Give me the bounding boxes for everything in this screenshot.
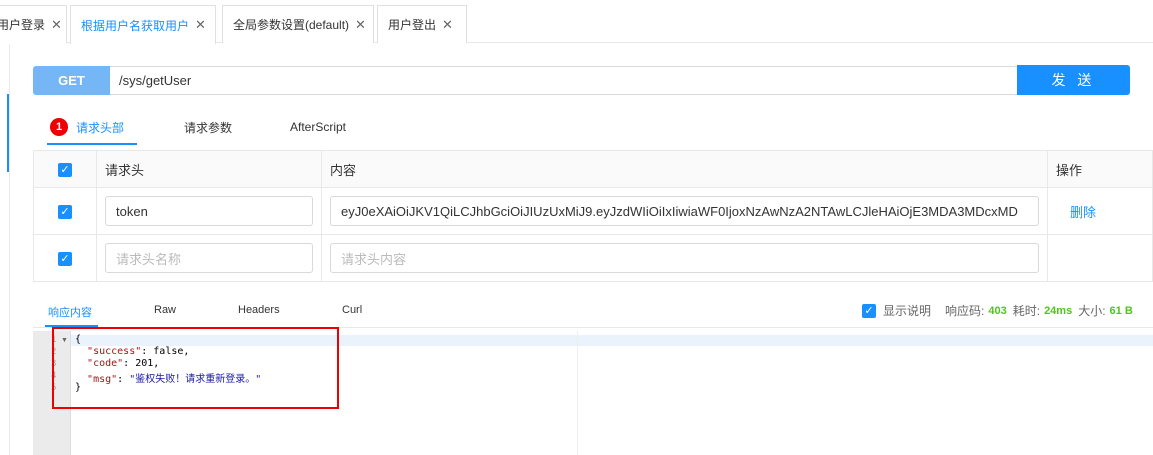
header-name-cell: token xyxy=(96,187,322,235)
header-value-input[interactable]: 请求头内容 xyxy=(330,243,1039,273)
close-icon[interactable] xyxy=(442,17,453,33)
header-name-input[interactable]: 请求头名称 xyxy=(105,243,313,273)
header-name-cell: 请求头名称 xyxy=(96,234,322,282)
row-select-cell: ✓ xyxy=(33,187,97,235)
tab-bar: 用户登录 根据用户名获取用户 全局参数设置(default) 用户登出 xyxy=(0,0,1153,44)
tab-get-user[interactable]: 根据用户名获取用户 xyxy=(70,5,216,44)
row-select-cell: ✓ xyxy=(33,234,97,282)
tab-label: 请求头部 xyxy=(76,120,125,135)
tab-label: 用户登录 xyxy=(0,18,46,32)
tab-user-logout[interactable]: 用户登出 xyxy=(377,5,467,43)
status-code-value: 403 xyxy=(988,304,1007,317)
count-badge: 1 xyxy=(50,118,68,136)
time-value: 24ms xyxy=(1044,304,1073,317)
column-header-action: 操作 xyxy=(1047,150,1153,188)
active-tab-underline xyxy=(47,143,137,145)
size-value: 61 B xyxy=(1109,304,1133,317)
tab-raw[interactable]: Raw xyxy=(154,304,176,316)
tab-response-body[interactable]: 响应内容 xyxy=(48,304,92,320)
close-icon[interactable] xyxy=(355,17,366,33)
tab-curl[interactable]: Curl xyxy=(342,304,362,316)
status-code-label: 响应码: xyxy=(945,304,985,318)
header-value-cell: 请求头内容 xyxy=(321,234,1048,282)
time-label: 耗时: xyxy=(1012,304,1041,318)
send-button[interactable]: 发 送 xyxy=(1017,65,1130,95)
headers-table: ✓ 请求头 内容 操作 ✓ token eyJ0eXAiOiJKV1QiLCJh… xyxy=(33,150,1153,282)
tab-label: 根据用户名获取用户 xyxy=(81,18,190,33)
tab-label: 用户登出 xyxy=(388,18,437,32)
checkbox[interactable]: ✓ xyxy=(58,251,72,266)
header-value-cell: eyJ0eXAiOiJKV1QiLCJhbGciOiJIUzUxMiJ9.eyJ… xyxy=(321,187,1048,235)
highlight-box xyxy=(52,327,339,409)
url-input[interactable]: /sys/getUser xyxy=(110,66,1018,95)
close-icon[interactable] xyxy=(51,17,62,33)
column-header-value: 内容 xyxy=(321,150,1048,188)
response-info: ✓ 显示说明 响应码: 403 耗时: 24ms 大小: 61 B xyxy=(862,302,1133,319)
tab-global-params[interactable]: 全局参数设置(default) xyxy=(222,5,374,43)
show-desc-label: 显示说明 xyxy=(883,304,932,318)
tab-user-login[interactable]: 用户登录 xyxy=(0,5,67,43)
checkbox[interactable]: ✓ xyxy=(58,204,72,219)
delete-link[interactable]: 删除 xyxy=(1047,187,1153,235)
tab-label: 全局参数设置(default) xyxy=(233,18,350,32)
empty-action-cell xyxy=(1047,234,1153,282)
size-label: 大小: xyxy=(1078,304,1106,318)
select-all-cell[interactable]: ✓ xyxy=(33,150,97,188)
tab-headers[interactable]: Headers xyxy=(238,304,280,316)
close-icon[interactable] xyxy=(195,17,206,33)
checkbox[interactable]: ✓ xyxy=(58,162,72,177)
header-value-input[interactable]: eyJ0eXAiOiJKV1QiLCJhbGciOiJIUzUxMiJ9.eyJ… xyxy=(330,196,1039,226)
header-name-input[interactable]: token xyxy=(105,196,313,226)
table-row: ✓ 请求头名称 请求头内容 xyxy=(33,234,1153,282)
show-desc-checkbox[interactable]: ✓ xyxy=(862,303,876,318)
table-row: ✓ token eyJ0eXAiOiJKV1QiLCJhbGciOiJIUzUx… xyxy=(33,187,1153,235)
print-margin xyxy=(577,331,578,455)
tab-request-headers[interactable]: 1 请求头部 xyxy=(50,112,124,142)
method-select[interactable]: GET xyxy=(33,66,110,95)
left-gutter xyxy=(0,44,10,455)
column-header-name: 请求头 xyxy=(96,150,322,188)
table-header-row: ✓ 请求头 内容 操作 xyxy=(33,150,1153,188)
tab-after-script[interactable]: AfterScript xyxy=(290,112,346,142)
active-marker xyxy=(7,94,9,172)
tab-request-params[interactable]: 请求参数 xyxy=(184,112,232,142)
request-tabs: 1 请求头部 请求参数 AfterScript xyxy=(33,112,1153,146)
